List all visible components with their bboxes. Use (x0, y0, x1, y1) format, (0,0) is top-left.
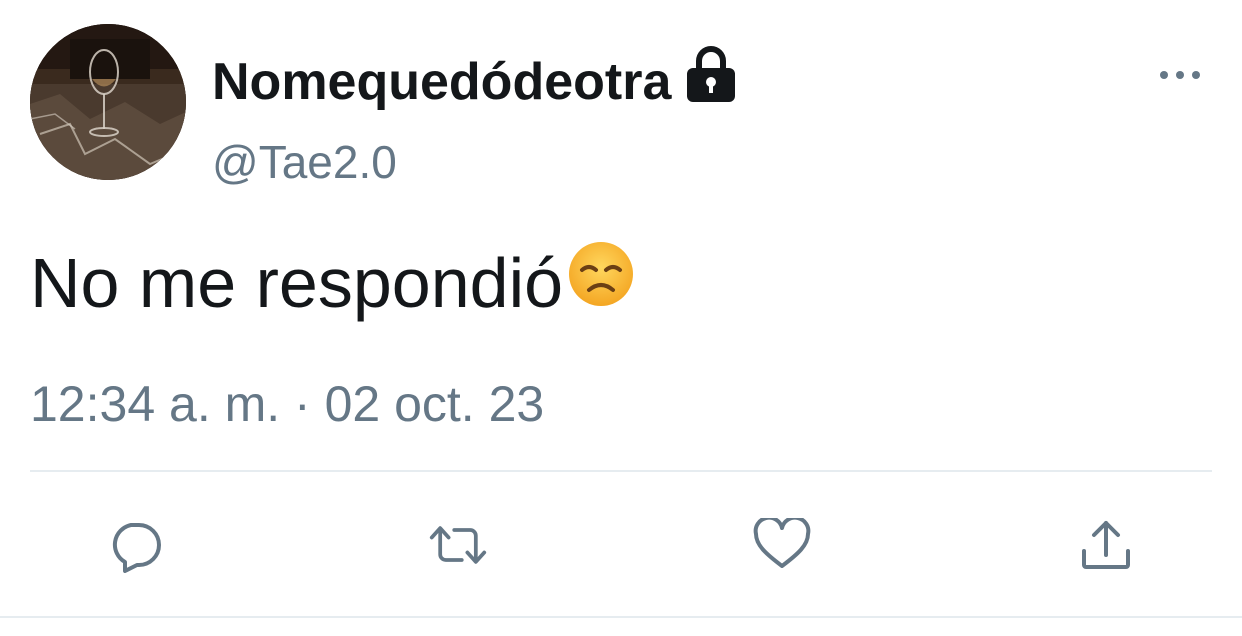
retweet-button[interactable] (428, 515, 488, 575)
tweet-text: No me respondió (30, 240, 635, 325)
more-options-button[interactable] (1150, 58, 1210, 92)
ellipsis-icon (1160, 71, 1200, 79)
display-name[interactable]: Nomequedódeotra (212, 46, 739, 118)
avatar[interactable] (30, 24, 186, 180)
tweet-text-content: No me respondió (30, 243, 564, 322)
display-name-text: Nomequedódeotra (212, 53, 672, 111)
share-icon (1082, 521, 1130, 569)
heart-icon (753, 518, 811, 568)
reply-icon (112, 523, 161, 573)
divider (0, 616, 1242, 618)
retweet-icon (429, 526, 487, 564)
lock-icon (683, 46, 739, 118)
tweet-card: Nomequedódeotra @Tae2.0 No me respondió (0, 0, 1242, 636)
disappointed-face-emoji (567, 240, 635, 325)
share-button[interactable] (1076, 515, 1136, 575)
avatar-image (30, 24, 186, 180)
user-handle[interactable]: @Tae2.0 (212, 134, 397, 190)
like-button[interactable] (752, 515, 812, 575)
reply-button[interactable] (105, 515, 165, 575)
tweet-timestamp[interactable]: 12:34 a. m. · 02 oct. 23 (30, 374, 544, 434)
divider (30, 470, 1212, 472)
